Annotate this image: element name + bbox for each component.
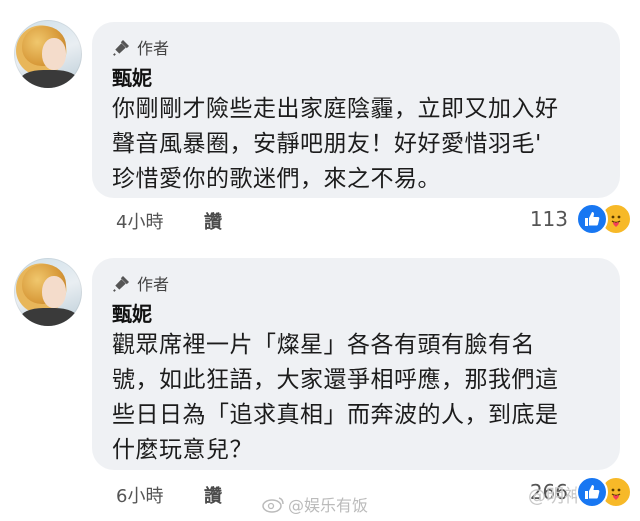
timestamp[interactable]: 4小時 [116,208,204,234]
author-badge-label: 作者 [137,275,170,294]
avatar[interactable] [14,258,82,326]
reaction-count: 113 [529,207,568,231]
comment-bubble: 作者 甄妮 觀眾席裡一片「燦星」各各有頭有臉有名 號，如此狂語，大家還爭相呼應，… [92,258,620,470]
timestamp[interactable]: 6小時 [116,482,204,508]
comment-text: 觀眾席裡一片「燦星」各各有頭有臉有名 號，如此狂語，大家還爭相呼應，那我們這 些… [112,328,612,468]
weibo-logo-icon [262,497,284,513]
comment-line: 號，如此狂語，大家還爭相呼應，那我們這 [112,367,559,393]
comment-meta: 4小時 讚 [116,208,222,234]
comment-line: 你剛剛才險些走出家庭陰霾，立即又加入好 [112,96,559,122]
comment-meta: 6小時 讚 [116,482,222,508]
commenter-name[interactable]: 甄妮 [112,298,152,327]
like-button[interactable]: 讚 [204,482,222,508]
like-icon [576,203,608,235]
comment-line: 聲音風暴圈，安靜吧朋友！好好愛惜羽毛' [112,131,542,157]
comment-line: 珍惜愛你的歌迷們，來之不易。 [112,166,441,192]
comment-line: 些日日為「追求真相」而奔波的人，到底是 [112,402,559,428]
comment-line: 什麼玩意兒？ [112,437,253,463]
microphone-icon [113,276,129,292]
comment-text: 你剛剛才險些走出家庭陰霾，立即又加入好 聲音風暴圈，安靜吧朋友！好好愛惜羽毛' … [112,92,612,197]
microphone-icon [113,40,129,56]
author-badge-row: 作者 [112,272,169,294]
like-icon [576,476,608,508]
commenter-name[interactable]: 甄妮 [112,62,152,91]
author-badge-label: 作者 [137,39,170,58]
watermark-left: @娱乐有饭 [262,492,368,516]
avatar[interactable] [14,20,82,88]
comment-line: 觀眾席裡一片「燦星」各各有頭有臉有名 [112,332,535,358]
comment-bubble: 作者 甄妮 你剛剛才險些走出家庭陰霾，立即又加入好 聲音風暴圈，安靜吧朋友！好好… [92,22,620,198]
like-button[interactable]: 讚 [204,208,222,234]
author-badge-row: 作者 [112,36,169,58]
watermark-text: @娱乐有饭 [288,496,369,515]
reaction-summary[interactable]: 113 [530,203,632,235]
